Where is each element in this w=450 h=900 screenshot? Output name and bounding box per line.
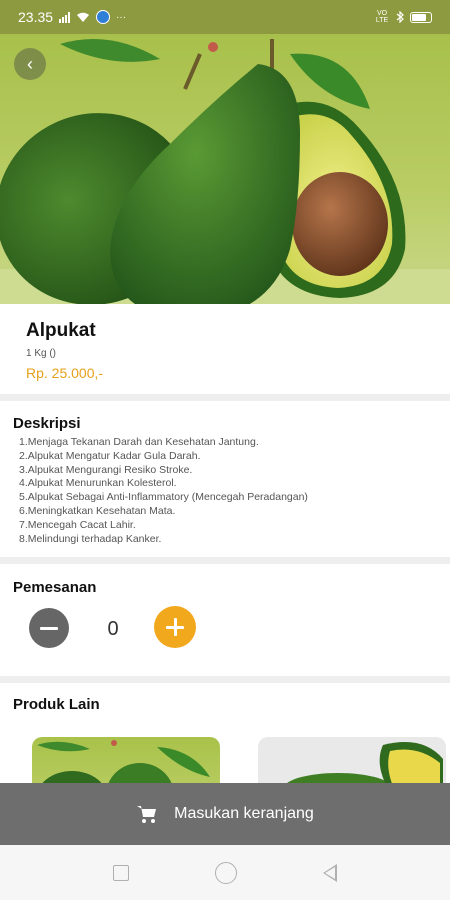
wifi-icon xyxy=(77,12,90,22)
order-card: Pemesanan 0 xyxy=(0,564,450,676)
signal-icon xyxy=(59,11,71,23)
battery-icon xyxy=(410,11,432,23)
system-nav-bar xyxy=(0,845,450,900)
description-card: Deskripsi 1.Menjaga Tekanan Darah dan Ke… xyxy=(0,401,450,557)
product-name: Alpukat xyxy=(26,320,96,341)
description-item: 5.Alpukat Sebagai Anti-Inflammatory (Men… xyxy=(19,491,308,504)
avocado-photo xyxy=(0,39,450,304)
status-time: 23.35 xyxy=(18,9,54,25)
other-products-card: Produk Lain xyxy=(0,683,450,797)
product-info-card: Alpukat 1 Kg () Rp. 25.000,- xyxy=(0,304,450,394)
status-right: VO LTE xyxy=(374,10,432,24)
volte-icon: VO LTE xyxy=(375,10,389,24)
quantity-stepper: 0 xyxy=(13,596,437,656)
quantity-value: 0 xyxy=(107,618,119,640)
description-item: 1.Menjaga Tekanan Darah dan Kesehatan Ja… xyxy=(19,436,259,448)
order-title: Pemesanan xyxy=(13,579,97,596)
add-to-cart-button[interactable]: Masukan keranjang xyxy=(0,783,450,845)
product-unit: 1 Kg () xyxy=(26,348,57,359)
increase-quantity-button[interactable] xyxy=(154,606,196,648)
description-item: 4.Alpukat Menurunkan Kolesterol. xyxy=(19,477,177,490)
recent-apps-icon[interactable] xyxy=(113,864,129,881)
add-to-cart-label: Masukan keranjang xyxy=(174,805,314,822)
product-image: ‹ xyxy=(0,34,450,304)
description-list: 1.Menjaga Tekanan Darah dan Kesehatan Ja… xyxy=(13,436,437,546)
description-item: 6.Meningkatkan Kesehatan Mata. xyxy=(19,504,176,517)
home-icon[interactable] xyxy=(215,861,237,884)
status-bar: 23.35 ··· VO LTE xyxy=(0,0,450,34)
more-dots-icon: ··· xyxy=(116,11,127,23)
description-title: Deskripsi xyxy=(13,415,81,432)
back-button[interactable]: ‹ xyxy=(14,48,46,80)
browser-icon xyxy=(96,10,111,24)
description-item: 3.Alpukat Mengurangi Resiko Stroke. xyxy=(19,463,193,476)
description-item: 8.Melindungi terhadap Kanker. xyxy=(19,532,162,545)
cart-icon xyxy=(137,806,157,823)
back-triangle-icon[interactable] xyxy=(323,863,337,882)
description-item: 7.Mencegah Cacat Lahir. xyxy=(19,518,136,531)
bluetooth-icon xyxy=(396,11,404,23)
chevron-left-icon: ‹ xyxy=(27,53,33,74)
product-price: Rp. 25.000,- xyxy=(26,365,104,381)
description-item: 2.Alpukat Mengatur Kadar Gula Darah. xyxy=(19,449,201,462)
product-detail-screen: 23.35 ··· VO LTE ‹ Alpukat 1 Kg () Rp. 2… xyxy=(0,0,450,900)
status-left: 23.35 ··· xyxy=(18,9,126,25)
minus-icon xyxy=(40,626,58,630)
other-products-title: Produk Lain xyxy=(13,696,100,713)
decrease-quantity-button[interactable] xyxy=(29,608,69,648)
